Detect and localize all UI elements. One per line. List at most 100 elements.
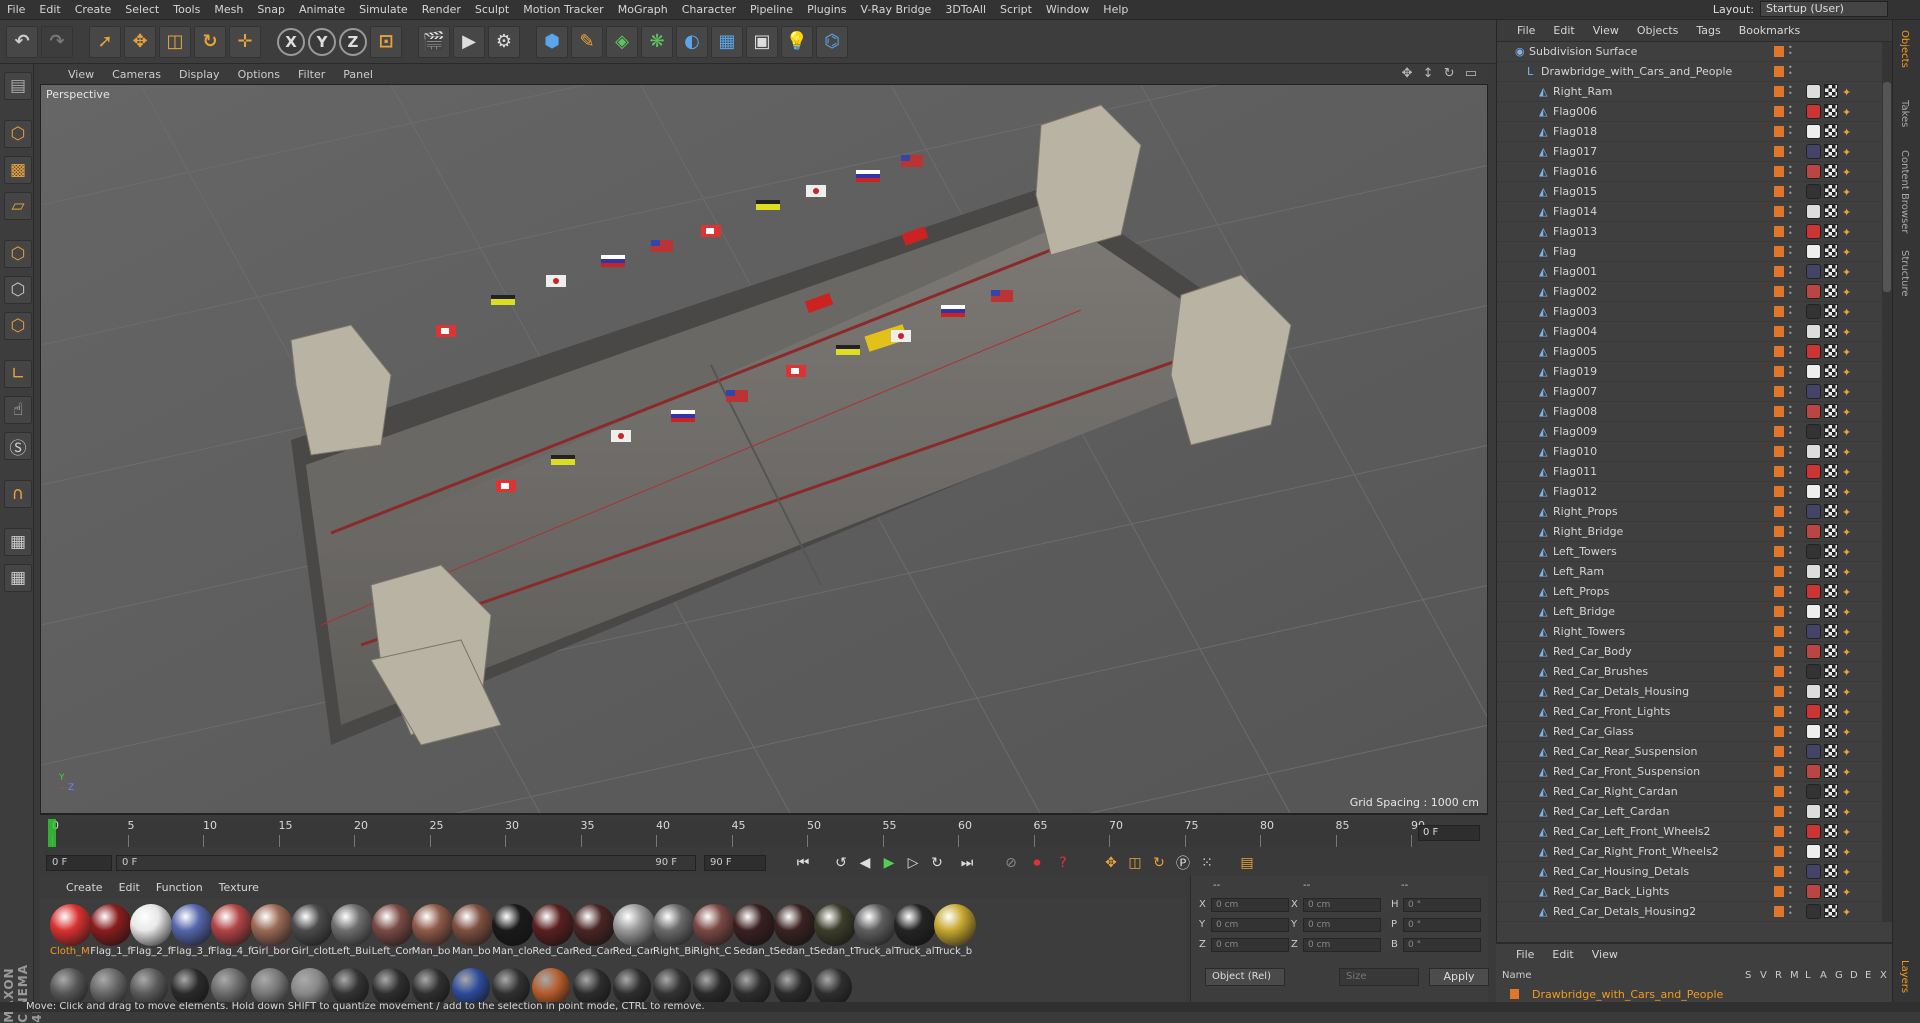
object-row[interactable]: ◭ Flag005 • • ✦ <box>1497 342 1883 362</box>
layer-color-swatch[interactable] <box>1774 446 1784 457</box>
prev-key-icon[interactable]: ↺ <box>830 853 852 873</box>
layer-color-swatch[interactable] <box>1774 586 1784 597</box>
texture-tag-icon[interactable] <box>1824 724 1838 738</box>
texture-tag-icon[interactable] <box>1824 864 1838 878</box>
material-tag-icon[interactable] <box>1806 864 1821 879</box>
visibility-dots-icon[interactable]: • • <box>1788 364 1794 378</box>
subdivision-icon[interactable]: ◈ <box>606 25 638 58</box>
material-swatch[interactable]: Truck_al <box>892 904 938 964</box>
object-row[interactable]: ◭ Flag009 • • ✦ <box>1497 422 1883 442</box>
material-tag-icon[interactable] <box>1806 544 1821 559</box>
deformer-icon[interactable]: ◐ <box>676 25 708 58</box>
object-row[interactable]: ◭ Flag018 • • ✦ <box>1497 122 1883 142</box>
visibility-dots-icon[interactable]: • • <box>1788 424 1794 438</box>
material-tag-icon[interactable] <box>1806 464 1821 479</box>
material-tag-icon[interactable] <box>1806 324 1821 339</box>
visibility-dots-icon[interactable]: • • <box>1788 784 1794 798</box>
texture-tag-icon[interactable] <box>1824 284 1838 298</box>
object-row[interactable]: ◭ Flag002 • • ✦ <box>1497 282 1883 302</box>
object-row[interactable]: ◭ Flag004 • • ✦ <box>1497 322 1883 342</box>
material-tag-icon[interactable] <box>1806 624 1821 639</box>
magnet-icon[interactable]: ∩ <box>4 480 32 508</box>
object-row[interactable]: ◭ Flag • • ✦ <box>1497 242 1883 262</box>
material-swatch[interactable]: Truck_al <box>852 904 898 964</box>
coord-value-field[interactable]: 0 ° <box>1403 938 1481 952</box>
material-tag-icon[interactable] <box>1806 224 1821 239</box>
timeline-window-icon[interactable]: ▤ <box>1236 853 1258 873</box>
material-tag-icon[interactable] <box>1806 304 1821 319</box>
object-tree-scrollbar[interactable] <box>1882 42 1892 922</box>
object-group-row[interactable]: L Drawbridge_with_Cars_and_People • • <box>1497 62 1883 82</box>
texture-tag-icon[interactable] <box>1824 764 1838 778</box>
material-swatch[interactable]: Sedan_t <box>731 904 777 964</box>
size-mode-dropdown[interactable]: Size <box>1339 968 1419 986</box>
material-swatch[interactable]: Red_Car <box>571 904 617 964</box>
material-swatch[interactable] <box>210 968 249 1002</box>
texture-tag-icon[interactable] <box>1824 384 1838 398</box>
material-tag-icon[interactable] <box>1806 84 1821 99</box>
material-swatch[interactable]: Right_C <box>691 904 737 964</box>
render-picture-viewer-icon[interactable]: ▶ <box>453 25 485 58</box>
material-swatch[interactable] <box>371 968 410 1002</box>
menu-animate[interactable]: Animate <box>292 3 352 16</box>
phong-tag-icon[interactable]: ✦ <box>1842 226 1854 239</box>
visibility-dots-icon[interactable]: • • <box>1788 64 1794 78</box>
material-swatch[interactable]: Red_Car <box>611 904 657 964</box>
z-axis-lock-icon[interactable]: Z <box>339 27 367 56</box>
texture-tag-icon[interactable] <box>1824 564 1838 578</box>
visibility-dots-icon[interactable]: • • <box>1788 544 1794 558</box>
phong-tag-icon[interactable]: ✦ <box>1842 606 1854 619</box>
phong-tag-icon[interactable]: ✦ <box>1842 506 1854 519</box>
material-swatch[interactable] <box>492 968 531 1002</box>
object-row[interactable]: ◭ Left_Towers • • ✦ <box>1497 542 1883 562</box>
visibility-dots-icon[interactable]: • • <box>1788 164 1794 178</box>
visibility-dots-icon[interactable]: • • <box>1788 104 1794 118</box>
texture-tag-icon[interactable] <box>1824 744 1838 758</box>
texture-tag-icon[interactable] <box>1824 684 1838 698</box>
menu-create[interactable]: Create <box>68 3 119 16</box>
material-swatch[interactable] <box>452 968 490 1002</box>
texture-tag-icon[interactable] <box>1824 224 1838 238</box>
material-swatch[interactable]: Left_Bui <box>329 904 375 964</box>
texture-tag-icon[interactable] <box>1824 304 1838 318</box>
goto-end-icon[interactable]: ⏭ <box>956 853 978 873</box>
object-group-row[interactable]: ◉ Subdivision Surface • • <box>1497 42 1883 62</box>
material-swatch[interactable] <box>572 968 611 1002</box>
material-swatch[interactable] <box>130 968 169 1002</box>
tweak-mode-icon[interactable]: ☝ <box>4 396 32 424</box>
material-swatch[interactable]: Man_bo <box>450 904 496 964</box>
visibility-dots-icon[interactable]: • • <box>1788 184 1794 198</box>
material-tag-icon[interactable] <box>1806 744 1821 759</box>
material-tag-icon[interactable] <box>1806 184 1821 199</box>
material-menu-create[interactable]: Create <box>66 881 103 894</box>
phong-tag-icon[interactable]: ✦ <box>1842 386 1854 399</box>
layer-color-swatch[interactable] <box>1774 46 1784 57</box>
material-tag-icon[interactable] <box>1806 104 1821 119</box>
object-row[interactable]: ◭ Red_Car_Front_Suspension • • ✦ <box>1497 762 1883 782</box>
visibility-dots-icon[interactable]: • • <box>1788 144 1794 158</box>
material-swatch[interactable]: Flag_1_f <box>88 904 134 964</box>
object-row[interactable]: ◭ Red_Car_Brushes • • ✦ <box>1497 662 1883 682</box>
layer-color-swatch[interactable] <box>1774 246 1784 257</box>
key-pla-icon[interactable]: ⁙ <box>1196 853 1218 873</box>
material-tag-icon[interactable] <box>1806 664 1821 679</box>
om-menu-file[interactable]: File <box>1517 24 1535 37</box>
auto-key-icon[interactable]: ⏺ <box>1026 853 1048 873</box>
material-swatch[interactable] <box>813 968 852 1002</box>
material-swatch[interactable] <box>653 968 691 1002</box>
phong-tag-icon[interactable]: ✦ <box>1842 166 1854 179</box>
texture-tag-icon[interactable] <box>1824 844 1838 858</box>
material-swatch[interactable] <box>50 968 88 1002</box>
material-tag-icon[interactable] <box>1806 204 1821 219</box>
layer-color-swatch[interactable] <box>1774 366 1784 377</box>
layer-color-swatch[interactable] <box>1774 426 1784 437</box>
material-swatch[interactable]: Right_Bi <box>651 904 697 964</box>
phong-tag-icon[interactable]: ✦ <box>1842 306 1854 319</box>
om-menu-edit[interactable]: Edit <box>1553 24 1574 37</box>
object-row[interactable]: ◭ Flag016 • • ✦ <box>1497 162 1883 182</box>
material-swatch[interactable] <box>693 968 732 1002</box>
menu-snap[interactable]: Snap <box>250 3 292 16</box>
material-tag-icon[interactable] <box>1806 364 1821 379</box>
visibility-dots-icon[interactable]: • • <box>1788 604 1794 618</box>
record-keys-icon[interactable]: ⊘ <box>1000 853 1022 873</box>
